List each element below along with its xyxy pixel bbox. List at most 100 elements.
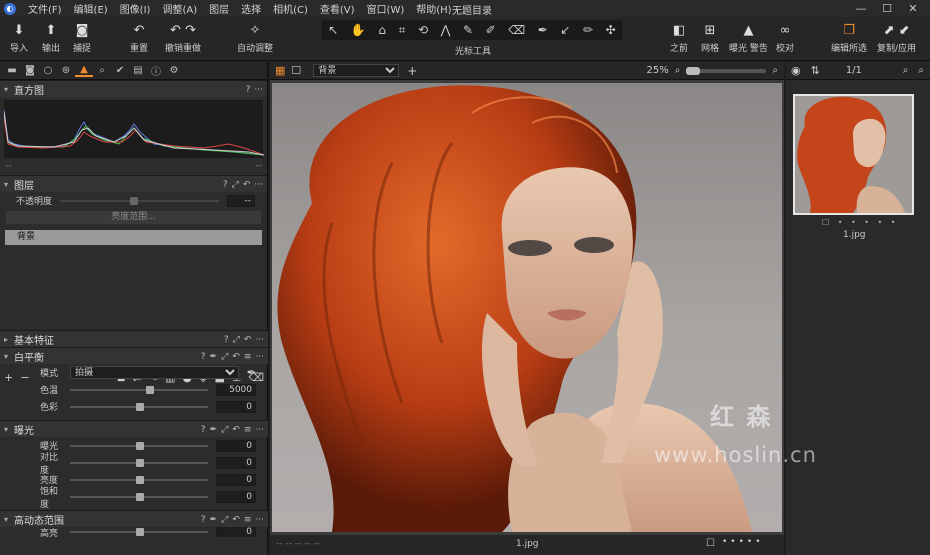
before-button[interactable]: ◧ 之前	[670, 23, 688, 54]
menu-view[interactable]: 查看(V)	[314, 1, 361, 16]
contrast-knob[interactable]	[136, 458, 144, 467]
hdr-header[interactable]: ▾ 高动态范围 ? ✒ ⤢ ↶ ≡ ···	[0, 510, 268, 527]
undo-redo-button[interactable]: ↶ ↷ 撤销重做	[165, 23, 201, 54]
opacity-slider-knob[interactable]	[130, 196, 138, 205]
close-icon[interactable]: ✕	[900, 0, 926, 17]
zoom-in-icon[interactable]: ⌕	[772, 65, 778, 76]
info-tab-icon[interactable]: ⓘ	[147, 63, 165, 78]
select-cursor-icon[interactable]: ↖	[328, 23, 338, 37]
wb-tint-value[interactable]: 0	[216, 400, 256, 413]
wb-tint-slider[interactable]	[70, 402, 208, 411]
white-balance-header[interactable]: ▾ 白平衡 ? ✒ ⤢ ↶ ≡ ···	[0, 347, 268, 364]
details-tab-icon[interactable]: ⌕	[93, 65, 111, 76]
sort-icon[interactable]: ⇅	[811, 64, 820, 77]
add-variant-icon[interactable]: +	[407, 64, 417, 78]
help-icon[interactable]: ?	[224, 335, 229, 345]
mask-brush-icon[interactable]: ✐	[486, 23, 496, 37]
more-icon[interactable]: ···	[255, 425, 264, 435]
adjustments-tab-icon[interactable]: ✔	[111, 65, 129, 76]
menu-layer[interactable]: 图层	[203, 1, 235, 16]
exposure-tab-icon[interactable]: ▲	[75, 64, 93, 77]
rating-dots-icon[interactable]: •••••	[722, 537, 764, 547]
exposure-knob[interactable]	[136, 441, 144, 450]
menu-camera[interactable]: 相机(C)	[267, 1, 314, 16]
brightness-value[interactable]: 0	[216, 473, 256, 486]
keystone-icon[interactable]: ⋀	[441, 23, 451, 37]
opacity-value[interactable]: --	[227, 194, 255, 207]
zoom-out-icon[interactable]: ⌕	[675, 65, 681, 76]
menu-adjust[interactable]: 调整(A)	[156, 1, 203, 16]
zoom-slider[interactable]	[686, 66, 767, 75]
menu-edit[interactable]: 编辑(E)	[68, 1, 114, 16]
saturation-slider[interactable]	[70, 492, 208, 501]
camera-tab-icon[interactable]: ◙	[21, 65, 39, 76]
menu-window[interactable]: 窗口(W)	[361, 1, 411, 16]
layer-select[interactable]: 背景	[313, 64, 400, 77]
exposure-slider[interactable]	[70, 441, 208, 450]
menu-help[interactable]: 帮助(H)	[410, 1, 457, 16]
reset-icon[interactable]: ↶	[232, 425, 240, 435]
browser-zoom-icon[interactable]: ⌕	[903, 65, 909, 76]
thumbnail-1[interactable]	[793, 94, 914, 215]
luma-range-button[interactable]: 亮度范围...	[6, 211, 261, 224]
more-icon[interactable]: ···	[254, 180, 263, 190]
contrast-value[interactable]: 0	[216, 456, 256, 469]
browser-search-icon[interactable]: ⌕	[918, 65, 924, 76]
lens-tab-icon[interactable]: ○	[39, 65, 57, 76]
wb-temp-knob[interactable]	[146, 385, 154, 394]
picker-icon[interactable]: ✒	[210, 425, 218, 435]
pan-hand-icon[interactable]: ✋	[351, 23, 366, 37]
eraser-icon[interactable]: ⌫	[508, 23, 525, 37]
saturation-knob[interactable]	[136, 492, 144, 501]
minimize-icon[interactable]: —	[848, 0, 874, 17]
contrast-slider[interactable]	[70, 458, 208, 467]
more-icon[interactable]: ···	[254, 85, 263, 95]
help-icon[interactable]: ?	[201, 515, 206, 525]
arrow-tool-icon[interactable]: ↙	[560, 23, 570, 37]
list-icon[interactable]: ≡	[244, 352, 252, 362]
folder-tab-icon[interactable]: ▬	[3, 65, 21, 76]
annotate-icon[interactable]: ✣	[606, 23, 616, 37]
color-picker-icon[interactable]: ✒	[538, 23, 548, 37]
import-button[interactable]: ⬇ 导入	[10, 23, 28, 54]
auto-adjust-button[interactable]: ✧ 自动调整	[237, 23, 273, 54]
proof-button[interactable]: ∞ 校对	[776, 23, 794, 54]
settings-tab-icon[interactable]: ⚙	[165, 65, 183, 76]
metadata-tab-icon[interactable]: ▤	[129, 65, 147, 76]
reset-icon[interactable]: ↶	[232, 352, 240, 362]
export-button[interactable]: ⬆ 输出	[42, 23, 60, 54]
brush-icon[interactable]: ✎	[463, 23, 473, 37]
maximize-icon[interactable]: ☐	[874, 0, 900, 17]
rotate-icon[interactable]: ⟲	[418, 23, 428, 37]
more-icon[interactable]: ···	[255, 352, 264, 362]
popout-icon[interactable]: ⤢	[221, 515, 228, 525]
highlight-slider[interactable]	[70, 528, 208, 536]
more-icon[interactable]: ···	[255, 335, 264, 345]
brightness-knob[interactable]	[136, 475, 144, 484]
reset-button[interactable]: ↶ 重置	[130, 23, 148, 54]
popout-icon[interactable]: ⤢	[232, 180, 239, 190]
menu-file[interactable]: 文件(F)	[22, 1, 68, 16]
picker-icon[interactable]: ✒	[210, 515, 218, 525]
pen-tool-icon[interactable]: ✏	[583, 23, 593, 37]
layers-header[interactable]: ▾ 图层 ? ⤢ ↶ ···	[0, 175, 267, 192]
brightness-slider[interactable]	[70, 475, 208, 484]
histogram-header[interactable]: ▾ 直方图 ? ···	[0, 80, 267, 97]
thumb-rating[interactable]: ☐ • • • • •	[822, 218, 898, 227]
wb-temp-value[interactable]: 5000	[216, 383, 256, 396]
crop-icon[interactable]: ⌗	[399, 23, 406, 38]
copy-apply-button[interactable]: ⬈ ⬋ 复制/应用	[877, 23, 916, 54]
single-view-icon[interactable]: ☐	[291, 64, 301, 77]
multi-view-icon[interactable]: ▦	[275, 64, 285, 77]
highlight-knob[interactable]	[136, 528, 144, 536]
basic-characteristics-header[interactable]: ▸ 基本特征 ? ⤢ ↶ ···	[0, 330, 268, 347]
color-tab-icon[interactable]: ⊛	[57, 65, 75, 76]
opacity-slider[interactable]	[60, 196, 219, 205]
wb-temp-slider[interactable]	[70, 385, 208, 394]
reset-icon[interactable]: ↶	[232, 515, 240, 525]
edit-selected-button[interactable]: ❐ 编辑所选	[831, 23, 867, 54]
list-icon[interactable]: ≡	[244, 425, 252, 435]
help-icon[interactable]: ?	[201, 352, 206, 362]
grid-button[interactable]: ⊞ 网格	[701, 23, 719, 54]
popout-icon[interactable]: ⤢	[233, 335, 240, 345]
